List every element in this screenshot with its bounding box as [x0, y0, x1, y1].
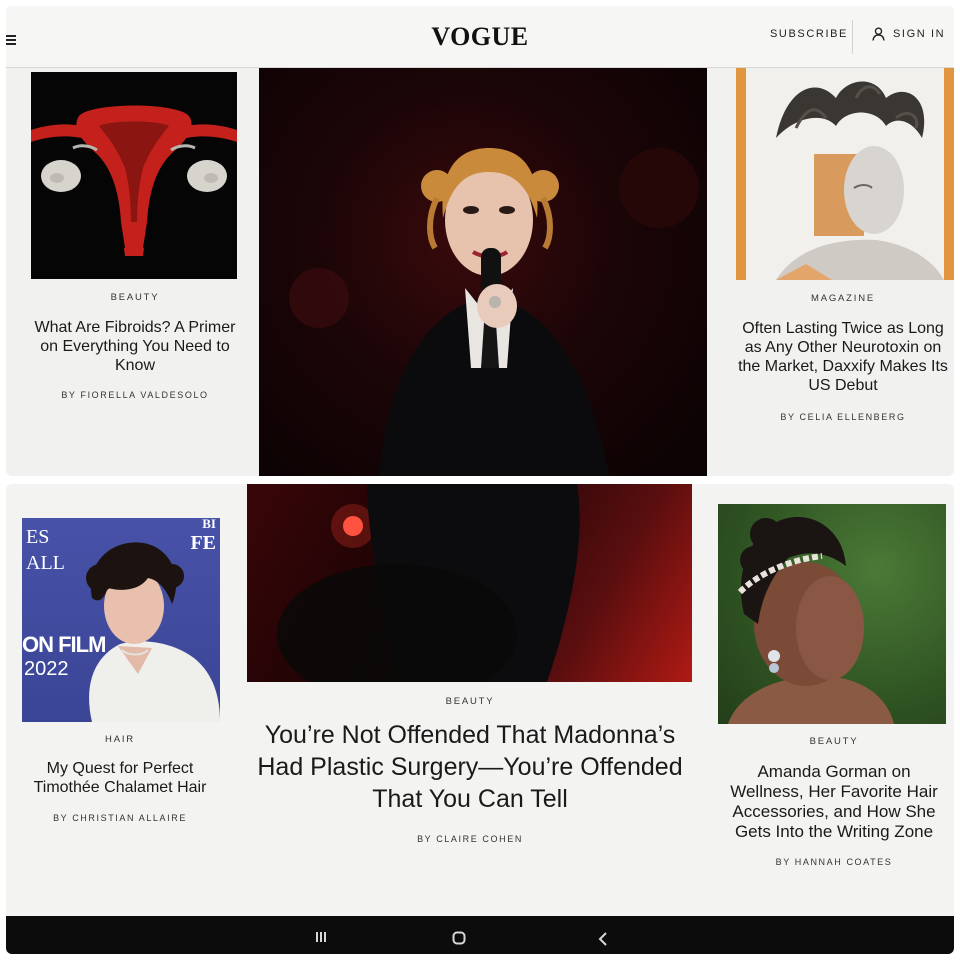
article-byline: BY CLAIRE COHEN [417, 834, 523, 844]
fibroids-illustration[interactable] [31, 72, 237, 279]
sign-in-button[interactable]: SIGN IN [872, 27, 945, 41]
site-header: VOGUE SUBSCRIBE SIGN IN [6, 6, 954, 68]
article-rubric: HAIR [105, 734, 135, 745]
timothee-chalamet-photo[interactable]: ES ALL BI FE ON FILM 2022 [22, 518, 220, 722]
backdrop-text: ES [26, 526, 50, 548]
performer-figure [289, 148, 699, 476]
article-card-fibroids[interactable]: BEAUTY What Are Fibroids? A Primer on Ev… [24, 292, 246, 400]
article-rubric: BEAUTY [809, 736, 859, 747]
portrait-graphic [728, 517, 894, 724]
article-card-amanda[interactable]: BEAUTY Amanda Gorman on Wellness, Her Fa… [724, 736, 944, 867]
article-rubric: BEAUTY [110, 292, 160, 303]
subscribe-link[interactable]: SUBSCRIBE [770, 28, 848, 40]
madonna-stage-photo-lower[interactable] [247, 484, 692, 682]
article-headline[interactable]: What Are Fibroids? A Primer on Everythin… [24, 318, 246, 375]
article-card-madonna[interactable]: BEAUTY You’re Not Offended That Madonna’… [240, 696, 700, 844]
daxxify-portrait-photo[interactable] [736, 68, 954, 280]
article-byline: BY FIORELLA VALDESOLO [61, 390, 209, 400]
back-icon[interactable] [598, 932, 608, 951]
stage-graphic [277, 484, 580, 682]
top-screenshot: VOGUE SUBSCRIBE SIGN IN BEAUTY What Are … [6, 6, 954, 476]
user-icon [872, 27, 885, 41]
madonna-stage-photo[interactable] [259, 68, 707, 476]
article-rubric: BEAUTY [445, 696, 495, 707]
article-byline: BY CELIA ELLENBERG [780, 412, 906, 422]
backdrop-text: BI [202, 518, 216, 531]
backdrop-text: ALL [26, 552, 65, 574]
article-byline: BY CHRISTIAN ALLAIRE [53, 813, 187, 823]
article-headline[interactable]: You’re Not Offended That Madonna’s Had P… [240, 719, 700, 815]
backdrop-text: FE [190, 532, 216, 554]
article-card-timothee[interactable]: HAIR My Quest for Perfect Timothée Chala… [12, 734, 228, 823]
article-byline: BY HANNAH COATES [775, 857, 893, 867]
article-headline[interactable]: My Quest for Perfect Timothée Chalamet H… [12, 759, 228, 797]
home-icon[interactable] [452, 931, 466, 950]
bottom-screenshot: ES ALL BI FE ON FILM 2022 HAIR My Quest … [6, 484, 954, 954]
header-divider [852, 20, 853, 54]
article-card-daxxify[interactable]: MAGAZINE Often Lasting Twice as Long as … [732, 293, 954, 422]
recents-icon[interactable] [315, 930, 327, 948]
article-headline[interactable]: Often Lasting Twice as Long as Any Other… [732, 319, 954, 395]
article-headline[interactable]: Amanda Gorman on Wellness, Her Favorite … [724, 762, 944, 842]
backdrop-text: 2022 [24, 658, 69, 680]
backdrop-text: ON FILM [22, 632, 106, 657]
uterus-graphic [31, 105, 237, 256]
system-navigation-bar [6, 916, 954, 954]
article-rubric: MAGAZINE [810, 293, 875, 304]
portrait-graphic [736, 68, 954, 280]
logo-text: VOGUE [431, 22, 529, 51]
sign-in-label: SIGN IN [893, 28, 946, 40]
amanda-gorman-photo[interactable] [718, 504, 946, 724]
